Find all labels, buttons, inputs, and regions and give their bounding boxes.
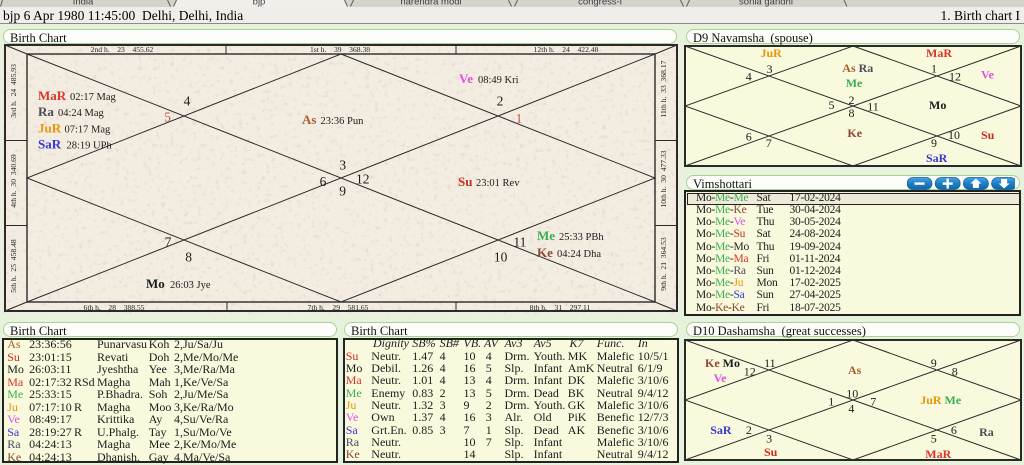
svg-text:28:19 UPh: 28:19 UPh <box>67 141 113 152</box>
svg-text:Ve: Ve <box>459 71 473 86</box>
svg-text:11th h. 33 368.17: 11th h. 33 368.17 <box>659 60 668 117</box>
svg-text:SaR: SaR <box>926 151 948 165</box>
svg-text:7: 7 <box>766 136 772 150</box>
svg-text:8: 8 <box>952 364 958 378</box>
svg-text:5: 5 <box>164 110 171 125</box>
svg-text:congress-i: congress-i <box>578 0 622 7</box>
svg-text:JuR: JuR <box>38 121 62 136</box>
svg-text:10: 10 <box>846 386 858 400</box>
svg-text:As: As <box>848 363 862 377</box>
svg-text:04:24 Dha: 04:24 Dha <box>557 249 601 260</box>
svg-text:3: 3 <box>339 158 346 173</box>
svg-text:6: 6 <box>746 130 752 144</box>
svg-text:Mo: Mo <box>146 276 165 291</box>
svg-text:02:17 Mag: 02:17 Mag <box>70 92 117 103</box>
svg-text:9: 9 <box>339 184 346 199</box>
svg-text:Ve: Ve <box>714 371 728 385</box>
svg-text:bjp: bjp <box>253 0 266 7</box>
svg-text:3: 3 <box>766 432 772 446</box>
svg-text:4: 4 <box>848 401 854 415</box>
svg-text:23:36 Pun: 23:36 Pun <box>321 116 365 127</box>
svg-text:26:03 Jye: 26:03 Jye <box>170 280 211 291</box>
svg-text:23:01 Rev: 23:01 Rev <box>476 178 520 189</box>
svg-text:narendra modi: narendra modi <box>400 0 461 7</box>
svg-text:Ke: Ke <box>847 126 862 140</box>
svg-text:Su: Su <box>458 174 472 189</box>
svg-text:6: 6 <box>320 174 327 189</box>
svg-text:04:24 Mag: 04:24 Mag <box>58 108 105 119</box>
svg-text:Ra: Ra <box>38 104 54 119</box>
svg-text:5: 5 <box>931 432 937 446</box>
svg-text:8: 8 <box>849 106 855 120</box>
svg-text:JuR Me: JuR Me <box>920 393 962 407</box>
svg-text:1: 1 <box>516 111 523 126</box>
svg-text:1: 1 <box>931 62 937 76</box>
svg-text:Me: Me <box>846 76 863 90</box>
svg-text:7: 7 <box>870 395 876 409</box>
svg-text:10: 10 <box>948 128 960 142</box>
svg-text:Ke Mo: Ke Mo <box>705 356 740 370</box>
svg-text:Mo: Mo <box>929 98 946 112</box>
svg-text:4th h. 30 340.69: 4th h. 30 340.69 <box>9 154 18 208</box>
svg-text:SaR: SaR <box>710 423 732 437</box>
svg-text:2: 2 <box>849 93 855 107</box>
svg-text:11: 11 <box>764 356 776 370</box>
svg-text:6: 6 <box>951 423 957 437</box>
svg-text:1st h. 39 368.38: 1st h. 39 368.38 <box>310 45 370 54</box>
svg-text:12th h. 24 422.48: 12th h. 24 422.48 <box>534 45 599 54</box>
svg-text:5th h. 25 458.48: 5th h. 25 458.48 <box>9 239 18 293</box>
svg-text:3rd h. 24 485.93: 3rd h. 24 485.93 <box>9 64 18 118</box>
svg-text:12: 12 <box>949 69 961 83</box>
svg-text:12: 12 <box>744 364 756 378</box>
svg-text:sonia gandhi: sonia gandhi <box>739 0 793 7</box>
svg-text:MaR: MaR <box>926 46 952 60</box>
svg-text:Ke: Ke <box>537 245 553 260</box>
svg-text:07:17 Mag: 07:17 Mag <box>65 125 112 136</box>
svg-text:As Ra: As Ra <box>842 61 873 75</box>
svg-text:Ve: Ve <box>981 68 995 82</box>
svg-text:2: 2 <box>497 94 504 109</box>
svg-text:India: India <box>73 0 94 7</box>
svg-text:25:33 PBh: 25:33 PBh <box>559 232 604 243</box>
svg-text:1: 1 <box>828 395 834 409</box>
svg-text:10th h. 30 477.33: 10th h. 30 477.33 <box>659 150 668 207</box>
svg-text:7th h. 29 581.65: 7th h. 29 581.65 <box>308 303 369 312</box>
svg-text:Su: Su <box>981 128 995 142</box>
svg-text:Su: Su <box>764 445 778 459</box>
svg-text:08:49 Kri: 08:49 Kri <box>478 75 519 86</box>
svg-text:2: 2 <box>746 423 752 437</box>
svg-text:12: 12 <box>356 172 370 187</box>
svg-text:5: 5 <box>829 98 835 112</box>
svg-text:9: 9 <box>931 356 937 370</box>
svg-text:As: As <box>302 112 316 127</box>
svg-text:JuR: JuR <box>761 46 783 60</box>
svg-text:4: 4 <box>746 69 752 83</box>
svg-text:8th h. 31 297.11: 8th h. 31 297.11 <box>530 303 591 312</box>
svg-text:3: 3 <box>767 62 773 76</box>
svg-text:Ra: Ra <box>979 425 994 439</box>
svg-text:11: 11 <box>867 100 879 114</box>
svg-text:11: 11 <box>513 234 526 249</box>
svg-text:9th h. 21 364.53: 9th h. 21 364.53 <box>659 237 668 291</box>
svg-text:8: 8 <box>185 250 192 265</box>
svg-text:MaR: MaR <box>925 447 951 461</box>
svg-text:SaR: SaR <box>38 137 62 152</box>
svg-text:10: 10 <box>494 250 508 265</box>
svg-text:Me: Me <box>537 228 555 243</box>
svg-text:9: 9 <box>931 136 937 150</box>
svg-text:2nd h. 23 455.62: 2nd h. 23 455.62 <box>91 45 154 54</box>
svg-text:6th h. 28 388.55: 6th h. 28 388.55 <box>84 303 145 312</box>
svg-text:7: 7 <box>165 234 172 249</box>
svg-text:4: 4 <box>184 94 191 109</box>
svg-text:MaR: MaR <box>38 88 67 103</box>
